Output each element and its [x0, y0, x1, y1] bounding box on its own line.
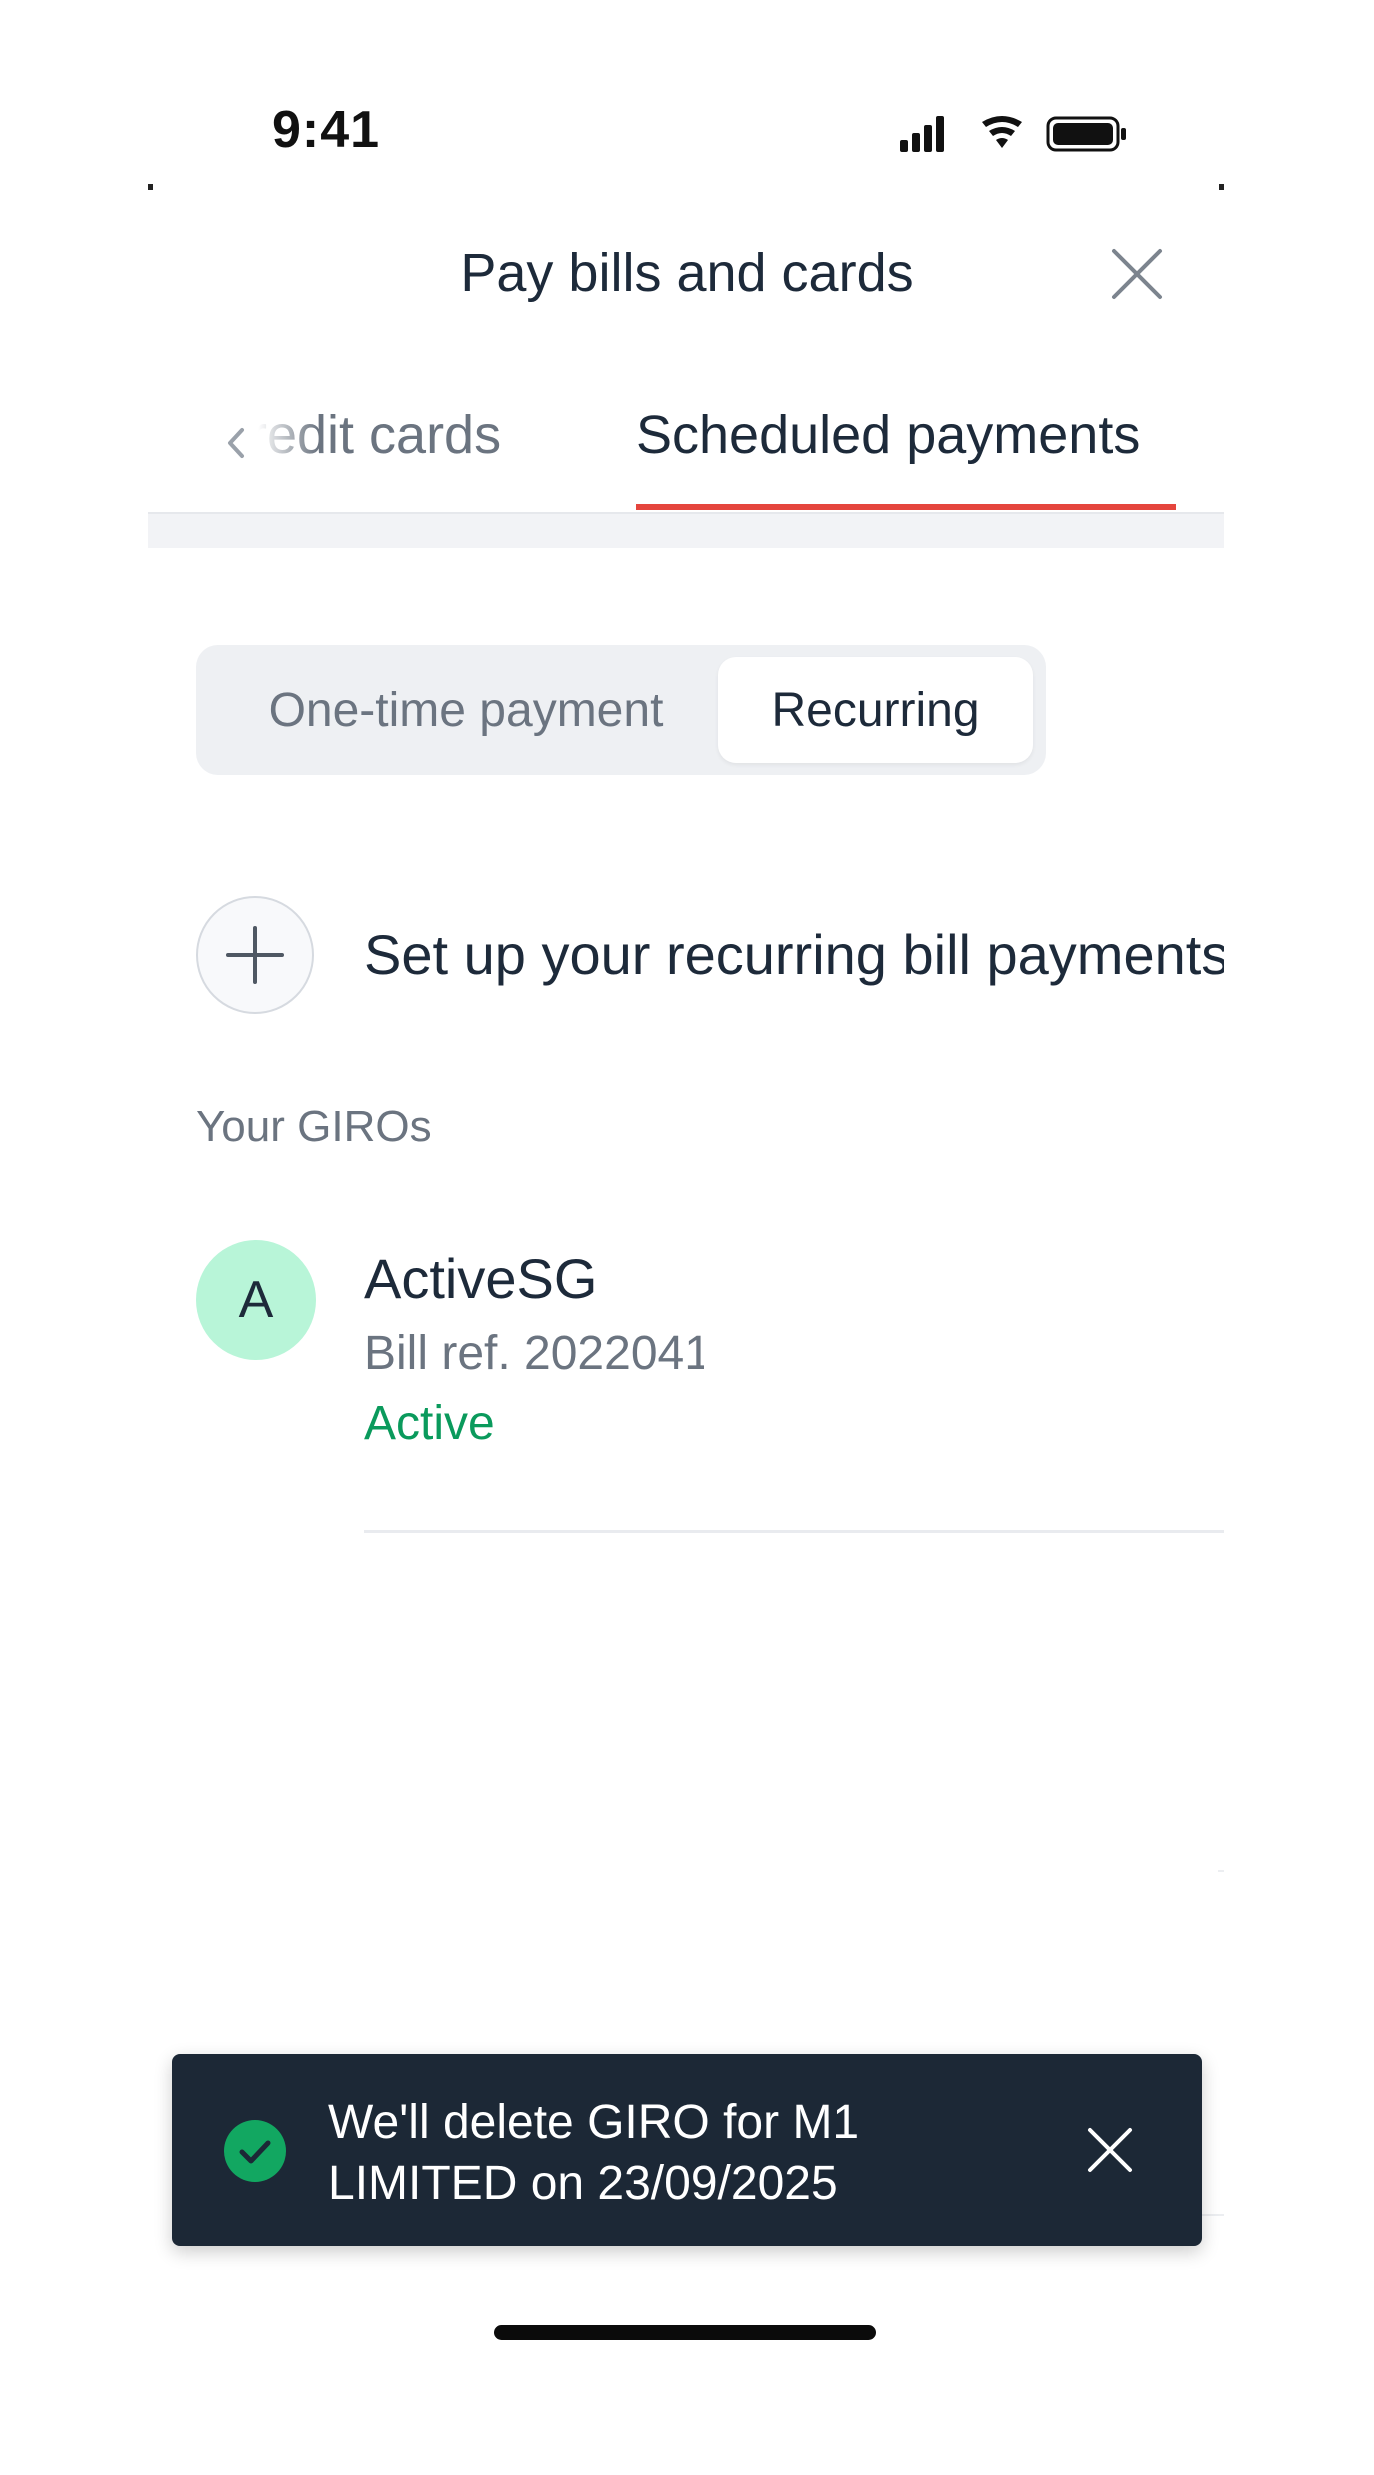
section-title-your-giros: Your GIROs: [196, 1102, 432, 1151]
list-divider: [364, 1530, 1224, 1533]
tab-strip: Credit cards Scheduled payments: [148, 370, 1224, 510]
battery-icon: [1046, 116, 1126, 152]
tab-scheduled-payments[interactable]: Scheduled payments: [636, 404, 1140, 466]
tab-divider: [148, 512, 1224, 548]
plus-icon: [226, 926, 284, 984]
setup-label: Set up your recurring bill payments: [364, 923, 1224, 986]
toast-message: We'll delete GIRO for M1 LIMITED on 23/0…: [328, 2096, 860, 2210]
add-button[interactable]: [196, 896, 314, 1014]
active-tab-indicator: [636, 504, 1176, 510]
check-circle-icon: [224, 2120, 286, 2182]
giro-status: Active: [364, 1397, 495, 1450]
home-indicator: [494, 2325, 876, 2340]
signal-icon: [900, 116, 944, 152]
frame-dot-right: [1219, 184, 1224, 190]
setup-recurring-payment-row[interactable]: Set up your recurring bill payments: [196, 896, 1224, 1016]
frame-dot-left: [148, 184, 153, 190]
toast-notification: We'll delete GIRO for M1 LIMITED on 23/0…: [172, 2054, 1202, 2246]
tab-fade: [258, 400, 318, 470]
giro-list-item[interactable]: A ActiveSG Bill ref. 20220415 Active: [196, 1240, 1224, 1540]
giro-name: ActiveSG: [364, 1247, 598, 1310]
giro-bill-ref: Bill ref. 20220415: [364, 1327, 704, 1380]
status-icons: [900, 116, 1126, 152]
page-title: Pay bills and cards: [460, 243, 914, 303]
background-divider: [1218, 1870, 1224, 1872]
avatar: A: [196, 1240, 316, 1360]
wifi-icon: [982, 116, 1022, 148]
segment-recurring[interactable]: Recurring: [718, 657, 1033, 763]
status-time: 9:41: [272, 101, 381, 159]
close-icon[interactable]: [1108, 245, 1166, 303]
chevron-left-icon[interactable]: [216, 418, 256, 468]
payment-type-segmented-control: One-time payment Recurring: [196, 645, 1046, 775]
segment-one-time-payment[interactable]: One-time payment: [216, 645, 716, 775]
close-icon[interactable]: [1084, 2124, 1136, 2176]
